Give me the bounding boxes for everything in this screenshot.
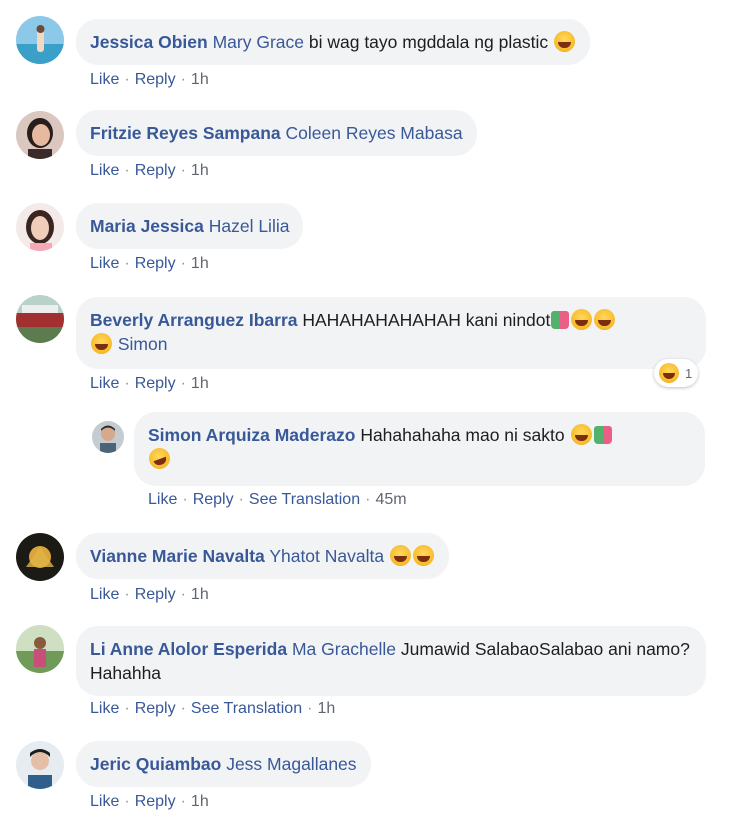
avatar[interactable] — [16, 203, 64, 251]
avatar-photo — [16, 203, 64, 251]
comment-text: bi wag tayo mgddala ng plastic — [308, 32, 549, 52]
comment-time[interactable]: 1h — [191, 71, 209, 88]
like-link[interactable]: Like — [90, 700, 119, 717]
comment-actions: Like · Reply · 1h — [90, 162, 209, 179]
comment-author[interactable]: Simon Arquiza Maderazo — [148, 425, 355, 445]
laughing-emoji-icon — [594, 309, 616, 330]
haha-reaction-icon — [659, 363, 679, 383]
reaction-count: 1 — [685, 365, 693, 381]
comment-bubble: Fritzie Reyes Sampana Coleen Reyes Mabas… — [76, 110, 477, 156]
avatar[interactable] — [16, 295, 64, 343]
avatar[interactable] — [16, 16, 64, 64]
avatar-photo — [16, 625, 64, 673]
reply-actions: Like · Reply · See Translation · 45m — [148, 491, 407, 508]
comment-bubble: Jessica Obien Mary Grace bi wag tayo mgd… — [76, 19, 591, 65]
like-link[interactable]: Like — [90, 375, 119, 392]
reply-link[interactable]: Reply — [135, 255, 176, 272]
reply-bubble: Simon Arquiza Maderazo Hahahahaha mao ni… — [134, 412, 705, 486]
comment-time[interactable]: 1h — [191, 793, 209, 810]
avatar-photo — [16, 111, 64, 159]
laughing-emoji-icon — [570, 424, 592, 445]
comment-time[interactable]: 45m — [375, 491, 406, 508]
comment-bubble: Jeric Quiambao Jess Magallanes — [76, 741, 371, 787]
comment-actions: Like · Reply · 1h — [90, 793, 209, 810]
reply-link[interactable]: Reply — [135, 700, 176, 717]
avatar[interactable] — [16, 533, 64, 581]
see-translation-link[interactable]: See Translation — [249, 491, 360, 508]
comment-author[interactable]: Li Anne Alolor Esperida — [90, 639, 287, 659]
comment-time[interactable]: 1h — [191, 586, 209, 603]
comment-author[interactable]: Vianne Marie Navalta — [90, 546, 265, 566]
like-link[interactable]: Like — [90, 586, 119, 603]
reply-link[interactable]: Reply — [193, 491, 234, 508]
avatar-photo — [16, 16, 64, 64]
avatar[interactable] — [16, 111, 64, 159]
avatar-photo — [16, 741, 64, 789]
avatar[interactable] — [16, 625, 64, 673]
comment-actions: Like · Reply · 1h — [90, 255, 209, 272]
comment-bubble: Beverly Arranguez Ibarra HAHAHAHAHAHAH k… — [76, 297, 706, 369]
comment-mention[interactable]: Hazel Lilia — [209, 216, 290, 236]
comment-text: HAHAHAHAHAHAH kani nindot — [302, 310, 551, 330]
comment-author[interactable]: Beverly Arranguez Ibarra — [90, 310, 298, 330]
comment-actions: Like · Reply · 1h — [90, 71, 209, 88]
like-link[interactable]: Like — [90, 162, 119, 179]
comment-mention[interactable]: Ma Grachelle — [292, 639, 396, 659]
reply-link[interactable]: Reply — [135, 162, 176, 179]
comment-bubble: Maria Jessica Hazel Lilia — [76, 203, 304, 249]
avatar-photo — [16, 533, 64, 581]
like-link[interactable]: Like — [90, 71, 119, 88]
comment-mention[interactable]: Mary Grace — [213, 32, 304, 52]
laughing-emoji-icon — [91, 333, 112, 354]
comment-author[interactable]: Fritzie Reyes Sampana — [90, 123, 281, 143]
avatar[interactable] — [92, 421, 124, 453]
comment-time[interactable]: 1h — [191, 375, 209, 392]
comment-mention[interactable]: Coleen Reyes Mabasa — [286, 123, 463, 143]
comment-mention[interactable]: Simon — [118, 334, 168, 354]
like-link[interactable]: Like — [90, 793, 119, 810]
comment-time[interactable]: 1h — [191, 255, 209, 272]
comment-text: Hahahahaha mao ni sakto — [360, 425, 565, 445]
comment-time[interactable]: 1h — [191, 162, 209, 179]
comment-actions: Like · Reply · 1h — [90, 375, 209, 392]
comment-bubble: Vianne Marie Navalta Yhatot Navalta — [76, 533, 449, 579]
comment-bubble: Li Anne Alolor Esperida Ma Grachelle Jum… — [76, 626, 706, 696]
like-link[interactable]: Like — [148, 491, 177, 508]
comment-author[interactable]: Jeric Quiambao — [90, 754, 221, 774]
rolling-laughing-emoji-icon — [146, 445, 173, 472]
shopping-bags-icon — [593, 426, 612, 444]
laughing-emoji-icon — [571, 309, 593, 330]
see-translation-link[interactable]: See Translation — [191, 700, 302, 717]
reply-link[interactable]: Reply — [135, 793, 176, 810]
reply-link[interactable]: Reply — [135, 71, 176, 88]
comment-time[interactable]: 1h — [317, 700, 335, 717]
comment-author[interactable]: Maria Jessica — [90, 216, 204, 236]
avatar-photo — [92, 421, 124, 453]
reply-link[interactable]: Reply — [135, 375, 176, 392]
comment-author[interactable]: Jessica Obien — [90, 32, 208, 52]
like-link[interactable]: Like — [90, 255, 119, 272]
avatar[interactable] — [16, 741, 64, 789]
laughing-emoji-icon — [389, 545, 411, 566]
comment-mention[interactable]: Yhatot Navalta — [269, 546, 384, 566]
laughing-emoji-icon — [554, 31, 576, 52]
comment-actions: Like · Reply · 1h — [90, 586, 209, 603]
avatar-photo — [16, 295, 64, 343]
comment-actions: Like · Reply · See Translation · 1h — [90, 700, 336, 717]
comment-mention[interactable]: Jess Magallanes — [226, 754, 356, 774]
reaction-badge[interactable]: 1 — [654, 359, 699, 387]
laughing-emoji-icon — [412, 545, 434, 566]
shopping-bags-icon — [551, 311, 570, 329]
reply-link[interactable]: Reply — [135, 586, 176, 603]
